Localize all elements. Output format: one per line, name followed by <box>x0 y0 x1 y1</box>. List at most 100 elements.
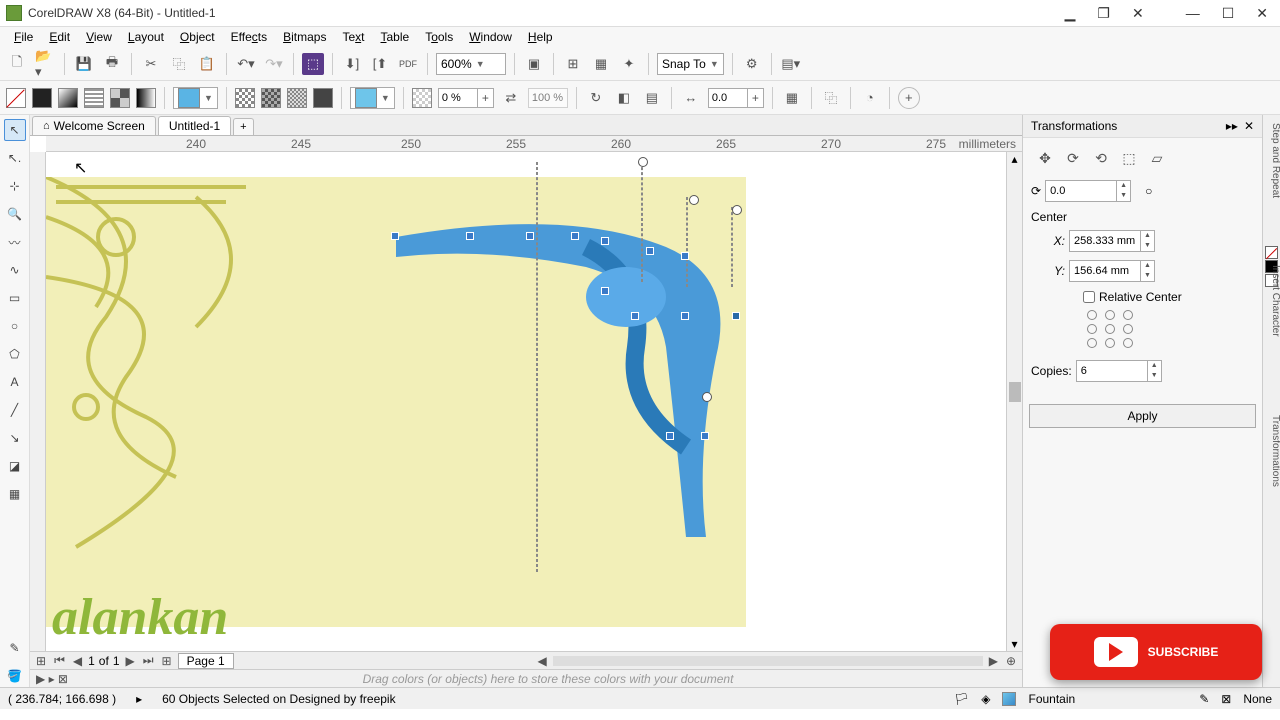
wrap-icon[interactable]: ▦ <box>781 87 803 109</box>
mirror-h-icon[interactable]: ◧ <box>613 87 635 109</box>
menu-view[interactable]: View <box>80 30 118 44</box>
color-swatch[interactable] <box>1265 246 1278 259</box>
canvas[interactable]: alankan <box>46 152 1006 651</box>
tab-welcome[interactable]: ⌂ Welcome Screen <box>32 116 156 135</box>
pattern4-icon[interactable] <box>313 88 333 108</box>
tab-document[interactable]: Untitled-1 <box>158 116 231 135</box>
child-minimize-icon[interactable]: ▁ <box>1059 5 1082 22</box>
rectangle-tool-icon[interactable]: ▭ <box>4 287 26 309</box>
artistic-tool-icon[interactable]: ∿ <box>4 259 26 281</box>
undo-icon[interactable]: ↶▾ <box>235 53 257 75</box>
edit-fill-icon[interactable]: ◔ <box>859 87 881 109</box>
twocolor-icon[interactable] <box>110 88 130 108</box>
sidetab-step[interactable]: Step and Repeat <box>1270 123 1280 198</box>
menu-edit[interactable]: Edit <box>43 30 76 44</box>
export-icon[interactable]: [⬆ <box>369 53 391 75</box>
color-tray[interactable]: ▶ ▸ ⊠ Drag colors (or objects) here to s… <box>30 669 1022 687</box>
launch-icon[interactable]: ▤▾ <box>780 53 802 75</box>
redo-icon[interactable]: ↷▾ <box>263 53 285 75</box>
page-prev-icon[interactable]: ⏮ <box>52 653 67 668</box>
close-icon[interactable]: ✕ <box>1250 5 1274 22</box>
snap-combo[interactable]: Snap To▼ <box>657 53 724 75</box>
dimension-tool-icon[interactable]: ╱ <box>4 399 26 421</box>
shape-tool-icon[interactable]: ↖. <box>4 147 26 169</box>
copies-input[interactable]: ▲▼ <box>1076 360 1162 382</box>
options-icon[interactable]: ⚙ <box>741 53 763 75</box>
open-icon[interactable]: 📂▾ <box>34 53 56 75</box>
rotate-icon[interactable]: ⟳ <box>1063 148 1083 168</box>
shadow-tool-icon[interactable]: ◪ <box>4 455 26 477</box>
child-close-icon[interactable]: ✕ <box>1126 5 1150 22</box>
page-last-icon[interactable]: ⏭ <box>141 653 156 668</box>
center-y-input[interactable]: ▲▼ <box>1069 260 1155 282</box>
cut-icon[interactable]: ✂ <box>140 53 162 75</box>
zoom-tool-icon[interactable]: 🔍 <box>4 203 26 225</box>
scrollbar-horizontal[interactable] <box>553 656 983 666</box>
pdf-icon[interactable]: PDF <box>397 53 419 75</box>
ellipse-tool-icon[interactable]: ○ <box>4 315 26 337</box>
menu-text[interactable]: Text <box>336 30 370 44</box>
fullscreen-icon[interactable]: ▣ <box>523 53 545 75</box>
menu-file[interactable]: File <box>8 30 39 44</box>
minimize-icon[interactable]: — <box>1180 5 1206 21</box>
sidetab-transform[interactable]: Transformations <box>1270 415 1280 487</box>
fill-swatch-icon[interactable]: ◈ <box>981 692 990 706</box>
menu-help[interactable]: Help <box>522 30 559 44</box>
paste-icon[interactable]: 📋 <box>196 53 218 75</box>
pattern1-icon[interactable] <box>235 88 255 108</box>
menu-effects[interactable]: Effects <box>225 30 273 44</box>
tab-add[interactable]: + <box>233 118 253 135</box>
crop-tool-icon[interactable]: ⊹ <box>4 175 26 197</box>
fill-tool-icon[interactable]: 🪣 <box>4 665 26 687</box>
fountain-fill-icon[interactable] <box>58 88 78 108</box>
relative-center-checkbox[interactable] <box>1083 291 1095 303</box>
width-icon[interactable]: ↔ <box>680 87 702 109</box>
page-next-icon[interactable]: ▶ <box>124 654 137 668</box>
ruler-horizontal[interactable]: 240 245 250 255 260 265 270 275 millimet… <box>46 136 1022 152</box>
maximize-icon[interactable]: ☐ <box>1216 5 1241 22</box>
panel-collapse-icon[interactable]: ▸▸ <box>1226 119 1238 133</box>
pattern-fill-icon[interactable] <box>84 88 104 108</box>
menu-bitmaps[interactable]: Bitmaps <box>277 30 332 44</box>
menu-object[interactable]: Object <box>174 30 221 44</box>
fill-color-picker[interactable]: ▼ <box>173 87 218 109</box>
eyedropper-tool-icon[interactable]: ✎ <box>4 637 26 659</box>
page-back-icon[interactable]: ◀ <box>71 654 84 668</box>
freehand-tool-icon[interactable]: 〰 <box>4 231 26 253</box>
page-add-icon[interactable]: ⊞ <box>160 654 174 668</box>
scale-icon[interactable]: ⟲ <box>1091 148 1111 168</box>
save-icon[interactable]: 💾 <box>73 53 95 75</box>
size-icon[interactable]: ⬚ <box>1119 148 1139 168</box>
scrollbar-vertical[interactable]: ▴▾ <box>1006 152 1022 651</box>
zoom-combo[interactable]: 600%▼ <box>436 53 506 75</box>
outline-width[interactable]: + <box>708 88 764 108</box>
copy-props-icon[interactable]: ⿻ <box>820 87 842 109</box>
outline-indicator-icon[interactable]: ✎ <box>1199 692 1209 706</box>
transparency-tool-icon[interactable]: ▦ <box>4 483 26 505</box>
grid-icon[interactable]: ▦ <box>590 53 612 75</box>
page-first-icon[interactable]: ⊞ <box>34 654 48 668</box>
sidetab-insert[interactable]: Insert Character <box>1270 265 1280 337</box>
polygon-tool-icon[interactable]: ⬠ <box>4 343 26 365</box>
swap-icon[interactable]: ⇄ <box>500 87 522 109</box>
fill2-picker[interactable]: ▼ <box>350 87 395 109</box>
pattern2-icon[interactable] <box>261 88 281 108</box>
skew-icon[interactable]: ▱ <box>1147 148 1167 168</box>
nofill-icon[interactable] <box>6 88 26 108</box>
uniform-fill-icon[interactable] <box>32 88 52 108</box>
apply-button[interactable]: Apply <box>1029 404 1256 428</box>
pick-tool-icon[interactable]: ↖ <box>4 119 26 141</box>
angle-input[interactable]: ▲▼ <box>1045 180 1131 202</box>
hscroll-left-icon[interactable]: ◀ <box>535 654 548 668</box>
rulers-icon[interactable]: ⊞ <box>562 53 584 75</box>
menu-layout[interactable]: Layout <box>122 30 170 44</box>
print-icon[interactable]: 🖶 <box>101 53 123 75</box>
position-icon[interactable]: ✥ <box>1035 148 1055 168</box>
fill-indicator-icon[interactable]: 🏳 <box>954 692 969 706</box>
transparency-icon[interactable] <box>412 88 432 108</box>
menu-table[interactable]: Table <box>375 30 416 44</box>
menu-window[interactable]: Window <box>463 30 518 44</box>
mirror-v-icon[interactable]: ▤ <box>641 87 663 109</box>
pattern3-icon[interactable] <box>287 88 307 108</box>
new-icon[interactable]: 🗋 <box>6 53 28 75</box>
